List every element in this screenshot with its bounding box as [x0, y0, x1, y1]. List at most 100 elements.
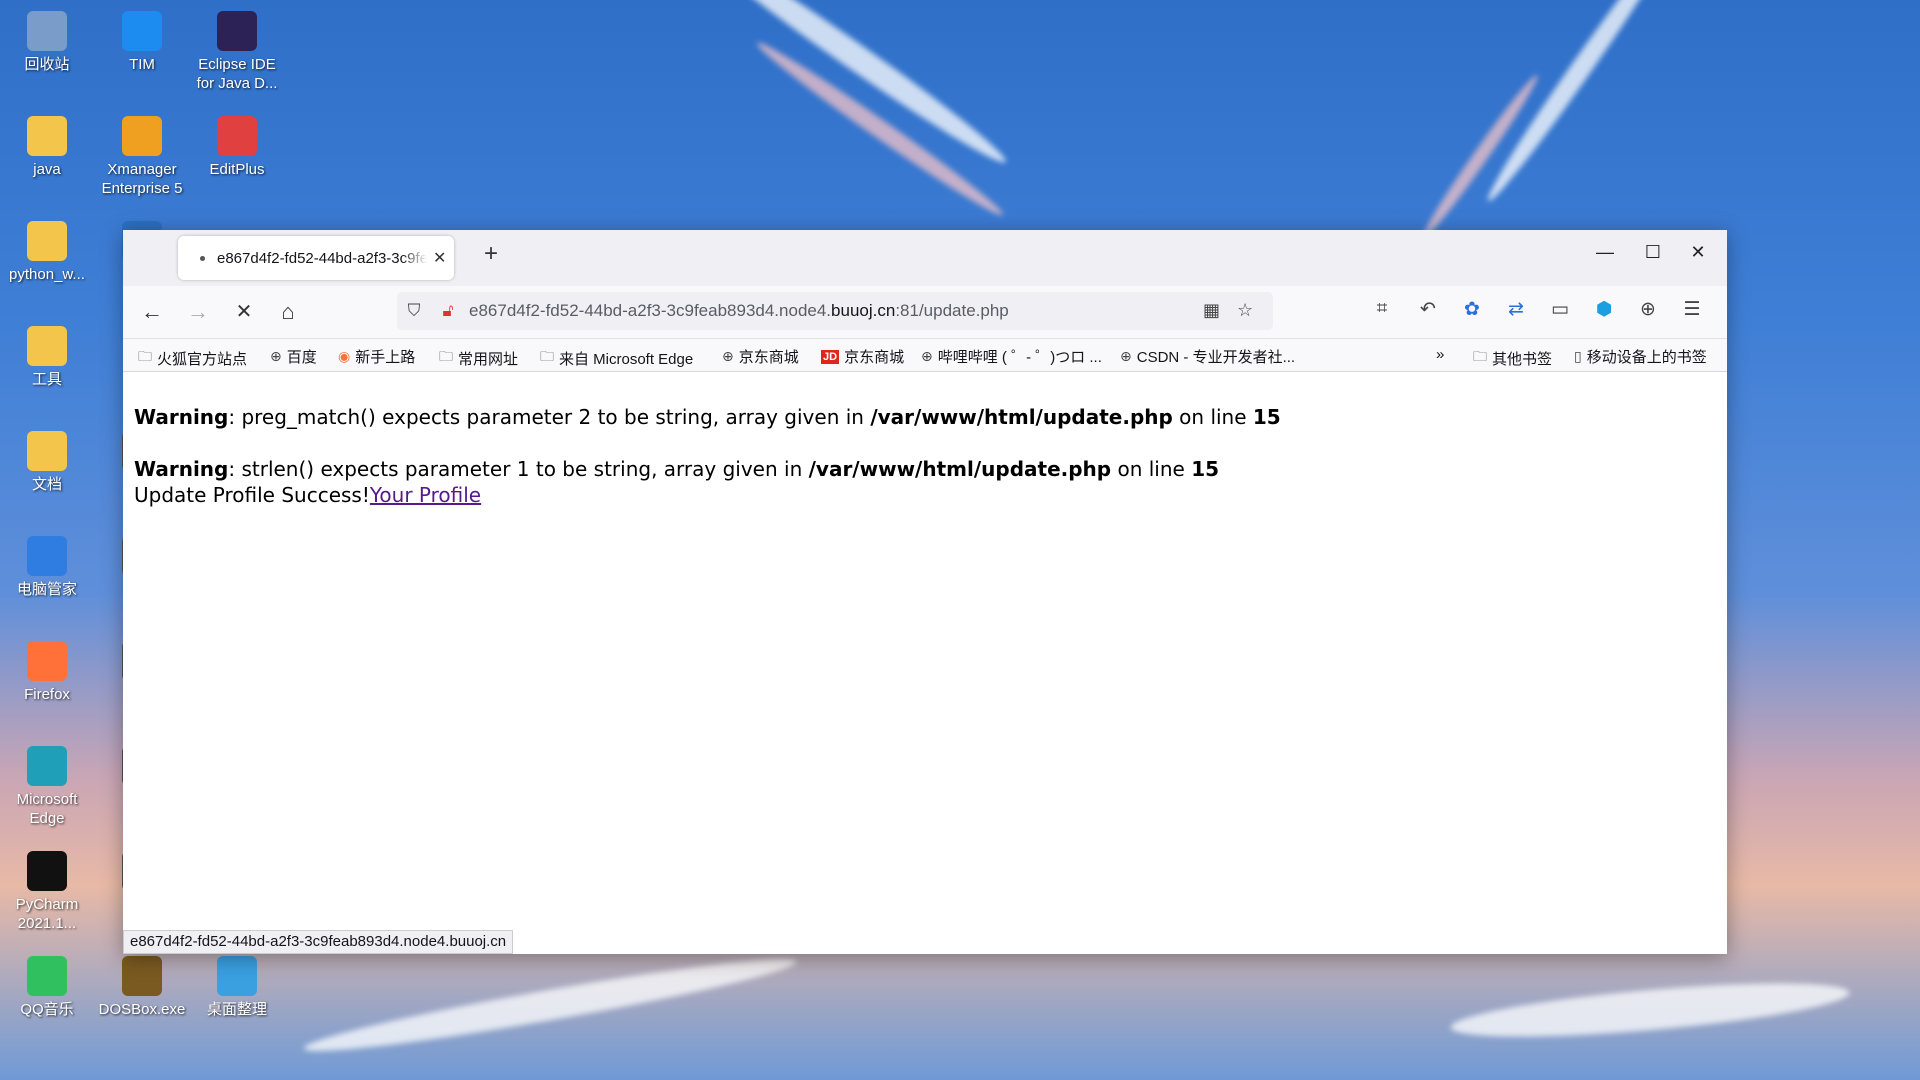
desktop-icon-label: Eclipse IDE for Java D...	[196, 56, 278, 92]
bookmarks-toolbar: 🗀 火狐官方站点 ⊕ 百度 ◉ 新手上路 🗀 常用网址 🗀 来自 Microsoft Edge ⊕ 京…	[123, 339, 1727, 372]
tab-title: e867d4f2-fd52-44bd-a2f3-3c9feab893d4.nod…	[217, 249, 427, 267]
desktop-icon-label: python_w...	[9, 266, 85, 283]
bookmark-label: 来自 Microsoft Edge	[559, 350, 694, 368]
dosbox-icon	[122, 956, 162, 996]
tab-bar: e867d4f2-fd52-44bd-a2f3-3c9feab893d4.nod…	[123, 230, 1727, 286]
maximize-button[interactable]: ☐	[1633, 242, 1673, 263]
desktop-icon[interactable]: Microsoft Edge	[2, 740, 92, 828]
undo-icon[interactable]: ↶	[1413, 298, 1443, 321]
bookmark-label: 哔哩哔哩 ( ゜- ゜)つロ ...	[937, 349, 1102, 366]
success-message: Update Profile Success!Your Profile	[134, 483, 482, 507]
status-bar-url: e867d4f2-fd52-44bd-a2f3-3c9feab893d4.nod…	[123, 930, 514, 954]
firefox-icon	[27, 641, 67, 681]
globe-icon: ⊕	[921, 348, 933, 364]
desktop-icon[interactable]: Xmanager Enterprise 5	[97, 110, 187, 198]
desktop-icon[interactable]: DOSBox.exe	[97, 950, 187, 1019]
folder-icon	[27, 431, 67, 471]
desktop-icon-label: Firefox	[24, 686, 70, 703]
browser-window: e867d4f2-fd52-44bd-a2f3-3c9feab893d4.nod…	[123, 230, 1727, 954]
bookmark-label: 常用网址	[458, 350, 519, 368]
folder-icon	[27, 116, 67, 156]
desktop-icon[interactable]: 回收站	[2, 5, 92, 74]
baidu-paw-icon[interactable]: ✿	[1457, 298, 1487, 321]
minimize-button[interactable]: —	[1585, 242, 1625, 263]
sync-icon[interactable]: ⇄	[1501, 298, 1531, 321]
bookmark-item[interactable]: JD 京东商城	[821, 346, 904, 367]
recycle-bin-icon	[27, 11, 67, 51]
other-bookmarks-folder[interactable]: 🗀 其他书签	[1473, 346, 1552, 370]
insecure-lock-icon[interactable]: 🔓︎	[431, 301, 465, 321]
globe-icon: ⊕	[1120, 348, 1132, 364]
your-profile-link[interactable]: Your Profile	[370, 483, 481, 507]
desktop-icon-label: 工具	[31, 371, 62, 388]
qq-music-icon	[27, 956, 67, 996]
bookmark-item[interactable]: ⊕ 百度	[270, 346, 317, 367]
firefox-icon: ◉	[338, 348, 351, 364]
screenshot-crop-icon[interactable]: ⌗	[1367, 298, 1397, 320]
stop-loading-icon[interactable]: ✕	[229, 298, 259, 326]
desktop-icon[interactable]: TIM	[97, 5, 187, 74]
page-content: Warning: preg_match() expects parameter …	[123, 372, 1727, 540]
desktop-icon-label: PyCharm 2021.1...	[15, 896, 79, 932]
desktop-icon[interactable]: java	[2, 110, 92, 179]
translate-globe-icon[interactable]: ⊕	[1633, 298, 1663, 321]
bookmark-item[interactable]: ⊕ CSDN - 专业开发者社...	[1120, 346, 1295, 367]
url-text[interactable]: e867d4f2-fd52-44bd-a2f3-3c9feab893d4.nod…	[469, 301, 1009, 321]
desktop-icon[interactable]: 电脑管家	[2, 530, 92, 599]
bookmark-item[interactable]: ⊕ 京东商城	[722, 346, 799, 367]
desktop-icon[interactable]: Firefox	[2, 635, 92, 704]
pc-manager-icon	[27, 536, 67, 576]
bookmark-label: 京东商城	[844, 349, 905, 366]
bookmark-item[interactable]: 🗀 常用网址	[439, 346, 518, 370]
desktop-icon-label: 电脑管家	[16, 581, 77, 598]
desktop-icon[interactable]: 桌面整理	[192, 950, 282, 1019]
bookmark-star-icon[interactable]: ☆	[1237, 300, 1253, 321]
desktop-icon-label: 回收站	[24, 56, 70, 73]
desktop-icon[interactable]: 工具	[2, 320, 92, 389]
desktop-icon[interactable]: QQ音乐	[2, 950, 92, 1019]
back-arrow-icon[interactable]: ←	[137, 298, 167, 326]
mobile-bookmarks-folder[interactable]: ▯ 移动设备上的书签	[1574, 346, 1707, 367]
address-bar[interactable]: ⛉ 🔓︎ e867d4f2-fd52-44bd-a2f3-3c9feab893d…	[397, 292, 1273, 330]
eclipse-icon	[217, 11, 257, 51]
folder-icon	[27, 221, 67, 261]
bookmark-item[interactable]: ◉ 新手上路	[338, 346, 415, 367]
desktop-organizer-icon	[217, 956, 257, 996]
bookmark-label: 火狐官方站点	[157, 350, 248, 368]
home-icon[interactable]: ⌂	[273, 298, 303, 326]
bookmark-item[interactable]: ⊕ 哔哩哔哩 ( ゜- ゜)つロ ...	[921, 346, 1102, 367]
forward-arrow-icon[interactable]: →	[183, 298, 213, 326]
tab-close-icon[interactable]: ✕	[433, 248, 446, 268]
edge-icon	[27, 746, 67, 786]
globe-icon: ⊕	[270, 348, 282, 364]
desktop-icon-label: 文档	[31, 476, 62, 493]
reader-mode-icon[interactable]: ▭	[1545, 298, 1575, 321]
qr-code-icon[interactable]: ▦	[1203, 300, 1220, 321]
navigation-toolbar: ← → ✕ ⌂ ⛉ 🔓︎ e867d4f2-fd52-44bd-a2f3-3c9…	[123, 286, 1727, 339]
tab-update-php[interactable]: e867d4f2-fd52-44bd-a2f3-3c9feab893d4.nod…	[178, 236, 454, 280]
desktop-icon[interactable]: PyCharm 2021.1...	[2, 845, 92, 933]
desktop-icon[interactable]: python_w...	[2, 215, 92, 284]
desktop-icon[interactable]: Eclipse IDE for Java D...	[192, 5, 282, 93]
shield-icon[interactable]: ⛉	[397, 301, 431, 321]
new-tab-button[interactable]: +	[473, 240, 509, 268]
extension-icon[interactable]: ⬢	[1589, 298, 1619, 321]
desktop-icon[interactable]: EditPlus	[192, 110, 282, 179]
warning-message: Warning: strlen() expects parameter 1 to…	[134, 457, 1220, 481]
bookmark-label: CSDN - 专业开发者社...	[1136, 349, 1296, 366]
desktop-icon-label: Microsoft Edge	[16, 791, 78, 827]
warning-message: Warning: preg_match() expects parameter …	[134, 405, 1281, 429]
tim-icon	[122, 11, 162, 51]
bookmark-item[interactable]: 🗀 火狐官方站点	[138, 346, 247, 370]
bookmarks-overflow-icon[interactable]: »	[1436, 346, 1444, 363]
folder-icon: 🗀	[540, 348, 554, 364]
close-window-button[interactable]: ✕	[1678, 242, 1718, 263]
mobile-icon: ▯	[1574, 348, 1582, 364]
folder-icon: 🗀	[439, 348, 453, 364]
menu-hamburger-icon[interactable]: ☰	[1677, 298, 1707, 321]
globe-icon: ⊕	[722, 348, 734, 364]
desktop-icon-label: EditPlus	[209, 161, 265, 178]
bookmark-item[interactable]: 🗀 来自 Microsoft Edge	[540, 346, 693, 370]
bookmark-label: 新手上路	[355, 349, 416, 366]
desktop-icon[interactable]: 文档	[2, 425, 92, 494]
